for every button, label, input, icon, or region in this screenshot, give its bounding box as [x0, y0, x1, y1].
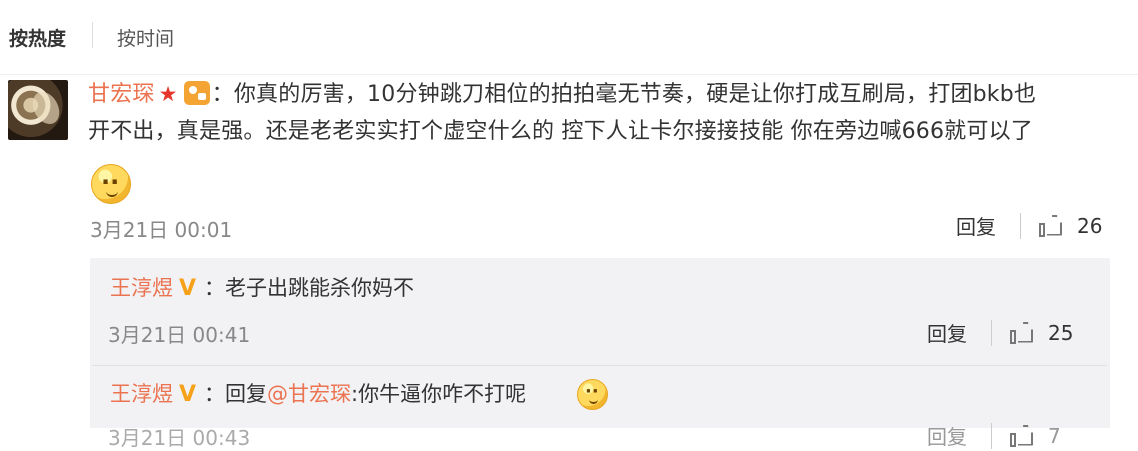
comment-time: 3月21日 00:01 [90, 218, 233, 242]
verified-v-icon: V [179, 382, 197, 407]
comment-content: 甘宏琛 ★ ：你真的厉害，10分钟跳刀相位的拍拍毫无节奏，硬是让你打成互刷局，打团b… [88, 76, 1118, 150]
sort-bar: 按热度 按时间 [0, 0, 1138, 75]
comment-colon: ： [211, 82, 234, 107]
star-icon: ★ [158, 82, 178, 106]
reply-username-link[interactable]: 王淳煜 [110, 382, 173, 406]
reply-divider [92, 365, 1107, 366]
comment-reply-button[interactable]: 回复 [956, 211, 996, 240]
comment-actions: 回复 26 [956, 211, 1102, 240]
reply-text: 老子出跳能杀你妈不 [225, 276, 415, 300]
reply-text: :你牛逼你咋不打呢 [351, 382, 527, 406]
reply-time: 3月21日 00:43 [108, 426, 251, 450]
comment-text-line2: 开不出，真是强。还是老老实实打个虚空什么的 控下人让卡尔接接技能 你在旁边喊66… [88, 119, 1033, 144]
verified-v-icon: V [179, 276, 197, 301]
reply-button[interactable]: 回复 [927, 318, 967, 347]
smile-emoji-icon [577, 379, 608, 410]
sad-face-emoji-icon [91, 164, 131, 204]
vip-icon [183, 81, 210, 105]
sort-divider [92, 22, 93, 48]
like-icon[interactable] [1039, 214, 1065, 238]
comment-text-line1: 你真的厉害，10分钟跳刀相位的拍拍毫无节奏，硬是让你打成互刷局，打团bkb也 [233, 82, 1037, 107]
reply-time: 3月21日 00:41 [108, 323, 251, 347]
sort-by-time-link[interactable]: 按时间 [117, 24, 174, 51]
like-icon[interactable] [1010, 321, 1036, 345]
reply-mention-link[interactable]: @甘宏琛 [267, 382, 351, 406]
sort-by-hot-link[interactable]: 按热度 [9, 24, 66, 51]
reply-like-count[interactable]: 7 [1048, 424, 1061, 448]
action-divider [1020, 212, 1021, 239]
reply-actions: 回复 7 [927, 421, 1061, 450]
reply-colon: ： [204, 276, 226, 300]
reply-prefix: 回复 [225, 382, 268, 406]
reply-item-2: 王淳煜 V ：回复@甘宏琛:你牛逼你咋不打呢 [110, 378, 526, 408]
reply-username-link[interactable]: 王淳煜 [110, 276, 173, 300]
comment-username-link[interactable]: 甘宏琛 [88, 82, 155, 107]
reply-colon: ： [204, 382, 226, 406]
reply-button[interactable]: 回复 [927, 421, 967, 450]
like-icon[interactable] [1010, 424, 1036, 448]
action-divider [991, 319, 992, 346]
commenter-avatar[interactable] [8, 80, 68, 140]
reply-like-count[interactable]: 25 [1048, 321, 1073, 345]
action-divider [991, 422, 992, 449]
reply-item-1: 王淳煜 V ：老子出跳能杀你妈不 [110, 272, 414, 302]
comment-like-count[interactable]: 26 [1077, 214, 1102, 238]
reply-actions: 回复 25 [927, 318, 1073, 347]
